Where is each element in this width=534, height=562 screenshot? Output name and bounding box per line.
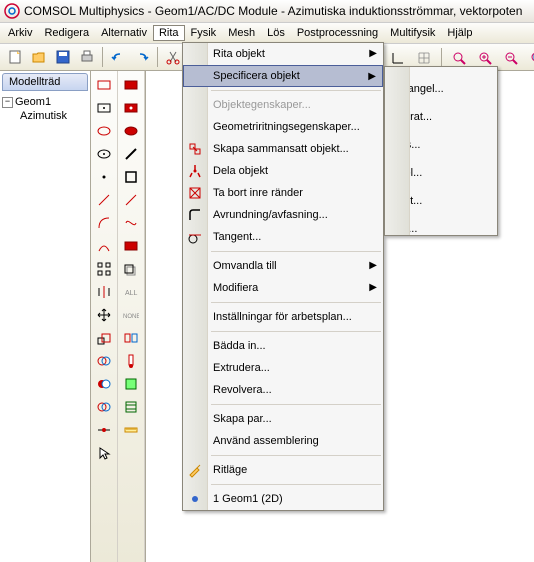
bezier2-tool[interactable] — [93, 235, 115, 257]
extrude-tool[interactable] — [120, 258, 142, 280]
temp-tool[interactable] — [120, 350, 142, 372]
menu-item[interactable]: Specificera objekt▶ — [183, 65, 383, 87]
menu-redigera[interactable]: Redigera — [38, 25, 95, 41]
intersect-tool[interactable] — [93, 396, 115, 418]
submenu-arrow-icon: ▶ — [369, 48, 377, 59]
union-tool[interactable] — [93, 350, 115, 372]
line-tool[interactable] — [93, 189, 115, 211]
right-toolbar — [387, 48, 534, 68]
menu-arkiv[interactable]: Arkiv — [2, 25, 38, 41]
cut-button[interactable] — [162, 46, 184, 68]
menu-los[interactable]: Lös — [261, 25, 291, 41]
fillet-icon — [187, 207, 203, 223]
menu-item[interactable]: Extrudera... — [183, 357, 383, 379]
ellipse-solid-tool[interactable] — [120, 120, 142, 142]
rita-menu: Rita objekt▶Specificera objekt▶ Objektege… — [182, 42, 384, 511]
split-icon — [187, 163, 203, 179]
zoom-out-button[interactable] — [500, 47, 522, 69]
menu-item[interactable]: Avrundning/avfasning... — [183, 204, 383, 226]
open-button[interactable] — [28, 46, 50, 68]
model-tree-tab[interactable]: Modellträd — [2, 73, 88, 91]
point-tool[interactable] — [93, 166, 115, 188]
rect-solid-center-tool[interactable] — [120, 97, 142, 119]
menu-item[interactable]: Rita objekt▶ — [183, 43, 383, 65]
menu-postprocessning[interactable]: Postprocessning — [291, 25, 384, 41]
coerce-tool[interactable] — [93, 419, 115, 441]
menu-item: Objektegenskaper... — [183, 94, 383, 116]
region-tool[interactable] — [120, 373, 142, 395]
line2-tool[interactable] — [120, 143, 142, 165]
tree-child[interactable]: Azimutisk — [2, 109, 88, 123]
draw-toolbars: ALL NONE — [91, 71, 146, 562]
zoom-extents-button[interactable] — [526, 47, 534, 69]
delint-icon — [187, 185, 203, 201]
array-tool[interactable] — [93, 258, 115, 280]
redo-button[interactable] — [131, 46, 153, 68]
rect-solid-tool[interactable] — [120, 74, 142, 96]
menu-mesh[interactable]: Mesh — [222, 25, 261, 41]
tree-root[interactable]: −Geom1 — [2, 95, 88, 109]
submenu-arrow-icon: ▶ — [368, 71, 376, 82]
specificera-submenu: Rektangel...Kvadrat...Ellips...Cirkel...… — [384, 66, 498, 236]
print-button[interactable] — [76, 46, 98, 68]
scale-tool[interactable] — [93, 327, 115, 349]
menu-item[interactable]: Revolvera... — [183, 379, 383, 401]
window-title: COMSOL Multiphysics - Geom1/AC/DC Module… — [24, 4, 522, 18]
menu-item[interactable]: Omvandla till▶ — [183, 255, 383, 277]
diff-tool[interactable] — [93, 373, 115, 395]
svg-text:NONE: NONE — [123, 314, 139, 320]
menu-item[interactable]: Dela objekt — [183, 160, 383, 182]
menu-item[interactable]: Skapa par... — [183, 408, 383, 430]
app-logo — [4, 3, 20, 19]
line3-tool[interactable] — [120, 189, 142, 211]
compose-icon — [187, 141, 203, 157]
submenu-arrow-icon: ▶ — [369, 260, 377, 271]
bezier3-tool[interactable] — [120, 212, 142, 234]
rect2-tool[interactable] — [120, 235, 142, 257]
dot-icon — [187, 491, 203, 507]
model-tree-panel: Modellträd −Geom1 Azimutisk — [0, 71, 91, 562]
menu-item[interactable]: Ritläge — [183, 459, 383, 481]
pair-tool[interactable] — [120, 327, 142, 349]
menu-rita[interactable]: Rita — [153, 25, 185, 41]
new-button[interactable] — [4, 46, 26, 68]
submenu-arrow-icon: ▶ — [369, 282, 377, 293]
menu-alternativ[interactable]: Alternativ — [95, 25, 153, 41]
menu-fysik[interactable]: Fysik — [185, 25, 223, 41]
ellipse-center-tool[interactable] — [93, 143, 115, 165]
draw-icon — [187, 462, 203, 478]
svg-text:ALL: ALL — [125, 290, 138, 297]
menu-multifysik[interactable]: Multifysik — [384, 25, 441, 41]
arc-tool[interactable] — [93, 212, 115, 234]
undo-button[interactable] — [107, 46, 129, 68]
menu-item[interactable]: Inställningar för arbetsplan... — [183, 306, 383, 328]
square-solid-tool[interactable] — [120, 166, 142, 188]
ellipse-tool[interactable] — [93, 120, 115, 142]
mirror-tool[interactable] — [93, 281, 115, 303]
tangent-icon — [187, 229, 203, 245]
menu-item[interactable]: Ta bort inre ränder — [183, 182, 383, 204]
menu-item[interactable]: Skapa sammansatt objekt... — [183, 138, 383, 160]
menu-item[interactable]: Bädda in... — [183, 335, 383, 357]
none-tool[interactable]: NONE — [120, 304, 142, 326]
save-button[interactable] — [52, 46, 74, 68]
select-tool[interactable] — [93, 442, 115, 464]
all-tool[interactable]: ALL — [120, 281, 142, 303]
menu-bar: Arkiv Redigera Alternativ Rita Fysik Mes… — [0, 23, 534, 44]
pattern-tool[interactable] — [120, 396, 142, 418]
menu-item[interactable]: Geometriritningsegenskaper... — [183, 116, 383, 138]
menu-item[interactable]: Använd assemblering — [183, 430, 383, 452]
rect-tool[interactable] — [93, 74, 115, 96]
menu-hjalp[interactable]: Hjälp — [441, 25, 478, 41]
ruler-tool[interactable] — [120, 419, 142, 441]
move-tool[interactable] — [93, 304, 115, 326]
menu-item[interactable]: Modifiera▶ — [183, 277, 383, 299]
rect-center-tool[interactable] — [93, 97, 115, 119]
menu-item[interactable]: Tangent... — [183, 226, 383, 248]
title-bar: COMSOL Multiphysics - Geom1/AC/DC Module… — [0, 0, 534, 23]
menu-item[interactable]: 1 Geom1 (2D) — [183, 488, 383, 510]
